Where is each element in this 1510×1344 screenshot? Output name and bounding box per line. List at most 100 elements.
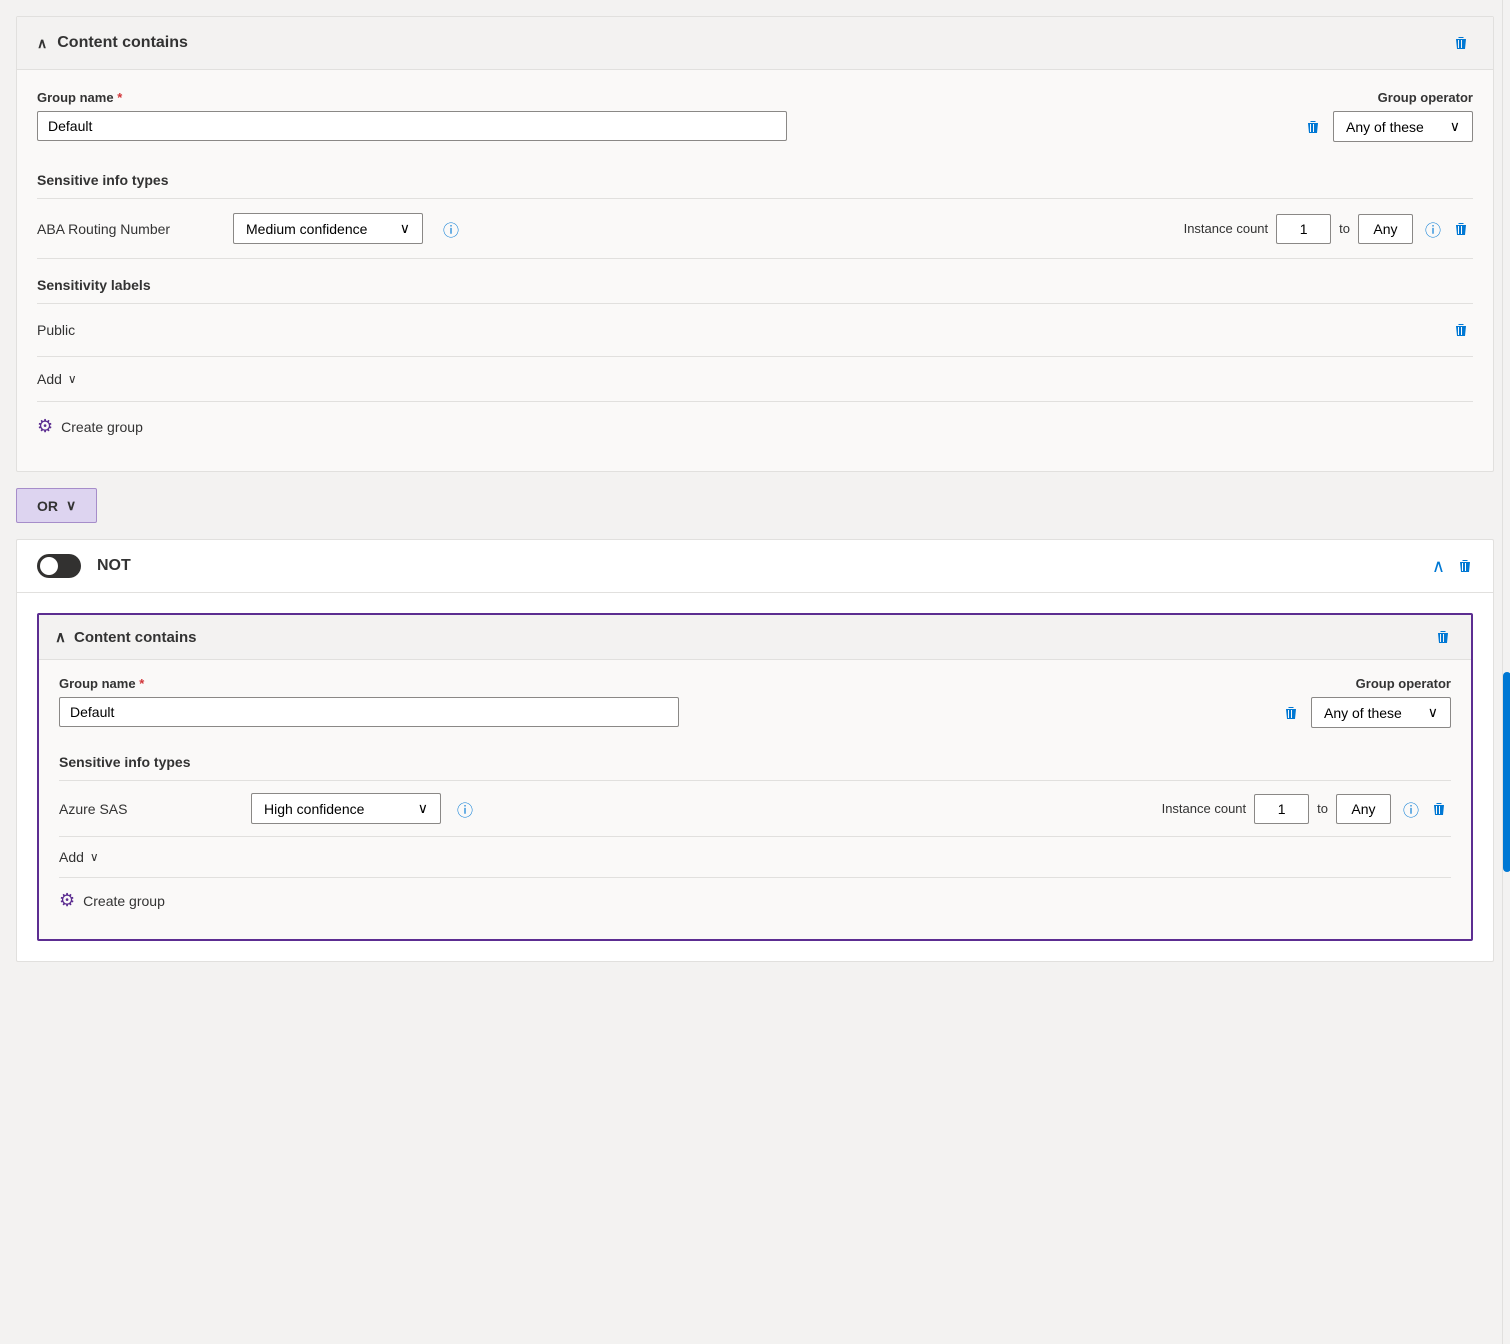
or-button[interactable]: OR ∨ [16,488,97,523]
chevron-down-icon-1: ∨ [1450,118,1460,135]
instance-count-label-1: Instance count [1184,221,1269,236]
to-text-1: to [1339,221,1350,236]
azure-sas-row: Azure SAS High confidence ∨ ⓘ Instance c… [59,781,1451,837]
chevron-down-icon-2: ∨ [400,220,410,237]
scrollbar[interactable] [1502,0,1510,1344]
instance-to-input-2[interactable] [1336,794,1391,824]
card-body-1: Group name * Group operator [17,70,1493,471]
chevron-down-icon-3: ∨ [1428,704,1438,721]
content-contains-card-1: ∧ Content contains Group name * [16,16,1494,472]
delete-operator-1-button[interactable] [1301,115,1325,139]
aba-routing-label: ABA Routing Number [37,221,217,237]
add-button-2[interactable]: Add ∨ [59,849,99,865]
card-header-1: ∧ Content contains [17,17,1493,70]
inner-card-title: ∧ Content contains [55,628,196,646]
or-container: OR ∨ [16,488,1494,523]
group-name-input-1[interactable] [37,111,787,141]
card-title-1: ∧ Content contains [37,34,188,52]
group-name-group-1: Group name * [37,90,787,141]
collapse-icon-1[interactable]: ∧ [37,35,47,52]
not-header: NOT ∧ [17,540,1493,593]
trash-icon-public [1453,322,1469,338]
azure-sas-label: Azure SAS [59,801,239,817]
group-name-input-2[interactable] [59,697,679,727]
collapse-not-button[interactable]: ∧ [1432,556,1445,577]
operator-row-1: Any of these ∨ [1301,111,1473,142]
group-operator-dropdown-1[interactable]: Any of these ∨ [1333,111,1473,142]
toggle-slider [37,554,81,578]
delete-card-1-button[interactable] [1449,31,1473,55]
trash-icon-aba [1453,221,1469,237]
chevron-down-icon-4: ∨ [418,800,428,817]
delete-not-button[interactable] [1457,558,1473,574]
info-icon-instance-2[interactable]: ⓘ [1403,797,1419,821]
group-row-1: Group name * Group operator [37,90,1473,142]
required-star-1: * [117,90,122,105]
trash-icon-inner [1435,629,1451,645]
inner-collapse-icon[interactable]: ∧ [55,628,66,646]
card-title-text-1: Content contains [57,34,188,52]
sensitive-info-label-2: Sensitive info types [59,744,1451,781]
info-icon-confidence-2[interactable]: ⓘ [457,797,473,821]
instance-to-input-1[interactable] [1358,214,1413,244]
group-name-label-2: Group name * [59,676,679,691]
create-group-button-1[interactable]: ⚙ Create group [37,416,143,437]
public-label: Public [37,322,75,338]
group-operator-label-2: Group operator [1356,676,1451,691]
group-name-group-2: Group name * [59,676,679,727]
add-row-2: Add ∨ [59,837,1451,878]
sensitive-info-label-1: Sensitive info types [37,162,1473,199]
group-operator-dropdown-2[interactable]: Any of these ∨ [1311,697,1451,728]
group-operator-section-1: Group operator Any of these ∨ [1301,90,1473,142]
public-row-1: Public [37,304,1473,357]
add-chevron-1: ∨ [68,372,77,386]
confidence-dropdown-2[interactable]: High confidence ∨ [251,793,441,824]
instance-count-label-2: Instance count [1162,801,1247,816]
add-chevron-2: ∨ [90,850,99,864]
instance-count-group-1: Instance count to ⓘ [1184,214,1473,244]
create-group-button-2[interactable]: ⚙ Create group [59,890,165,911]
delete-aba-row-button[interactable] [1449,217,1473,241]
confidence-dropdown-1[interactable]: Medium confidence ∨ [233,213,423,244]
create-group-icon-1: ⚙ [37,416,53,437]
create-group-row-1: ⚙ Create group [37,402,1473,451]
instance-count-group-2: Instance count to ⓘ [1162,794,1451,824]
trash-icon-1 [1453,35,1469,51]
trash-icon-op-2 [1283,705,1299,721]
delete-azure-sas-button[interactable] [1427,797,1451,821]
inner-card-header: ∧ Content contains [39,615,1471,660]
group-operator-section-2: Group operator Any of these ∨ [1279,676,1451,728]
sensitivity-labels-label-1: Sensitivity labels [37,267,1473,304]
delete-public-button[interactable] [1449,318,1473,342]
group-row-2: Group name * Group operator [59,676,1451,728]
inner-card-body: Group name * Group operator [39,660,1471,939]
create-group-row-2: ⚙ Create group [59,878,1451,923]
group-operator-label-1: Group operator [1378,90,1473,105]
not-left: NOT [37,554,131,578]
not-label: NOT [97,557,131,575]
aba-routing-row: ABA Routing Number Medium confidence ∨ ⓘ… [37,199,1473,259]
to-text-2: to [1317,801,1328,816]
instance-from-input-2[interactable] [1254,794,1309,824]
scrollbar-thumb [1503,672,1510,872]
collapse-not-icon: ∧ [1432,556,1445,577]
add-button-1[interactable]: Add ∨ [37,371,77,387]
trash-icon-op-1 [1305,119,1321,135]
create-group-icon-2: ⚙ [59,890,75,911]
or-chevron-icon: ∨ [66,497,76,514]
delete-operator-2-button[interactable] [1279,701,1303,725]
trash-icon-not [1457,558,1473,574]
required-star-2: * [139,676,144,691]
info-icon-instance-1[interactable]: ⓘ [1425,217,1441,241]
not-toggle[interactable] [37,554,81,578]
info-icon-confidence-1[interactable]: ⓘ [443,217,459,241]
add-row-1: Add ∨ [37,357,1473,402]
not-section: NOT ∧ ∧ Content contains [16,539,1494,962]
group-name-label-1: Group name * [37,90,787,105]
not-right: ∧ [1432,556,1473,577]
instance-from-input-1[interactable] [1276,214,1331,244]
delete-inner-card-button[interactable] [1431,625,1455,649]
operator-row-2: Any of these ∨ [1279,697,1451,728]
not-body: ∧ Content contains Group name [17,593,1493,961]
inner-content-card: ∧ Content contains Group name [37,613,1473,941]
